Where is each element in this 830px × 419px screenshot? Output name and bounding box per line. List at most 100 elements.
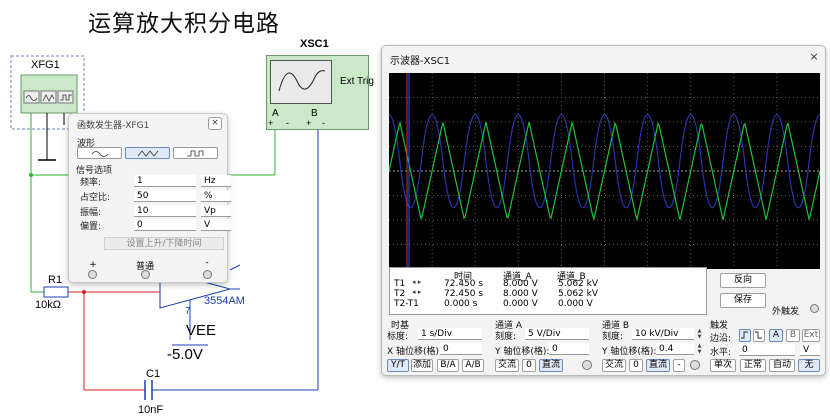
save-button[interactable]: 保存	[720, 293, 766, 308]
xsc-label: XSC1	[300, 38, 329, 50]
trigger-rising-edge-button[interactable]	[739, 329, 751, 342]
fg-term-plus-label: +	[89, 260, 97, 270]
rising-edge-icon	[741, 331, 748, 339]
channel-b-ypos-spinner[interactable]: ▲ ▼	[696, 343, 703, 355]
channel-a-zero-button[interactable]: 0	[522, 359, 536, 372]
trigger-source-b-button[interactable]: B	[786, 329, 800, 342]
scope-a-minus: -	[286, 118, 289, 128]
square-icon	[187, 150, 204, 157]
c1-value: 10nF	[138, 404, 164, 416]
channel-b-scale-spinner[interactable]: ▲ ▼	[696, 328, 703, 340]
oscilloscope-window: 示波器-XSC1 × 时间 通道_A 通道_B T1 ◂ ▸ 72.450 s …	[381, 45, 826, 376]
t2-arrow-buttons[interactable]: ◂ ▸	[412, 288, 421, 296]
fg-term-minus-label: -	[205, 258, 209, 268]
sine-icon	[91, 151, 109, 157]
fg-terminal-minus[interactable]	[203, 270, 212, 279]
channel-b-dc-button[interactable]: 直流	[646, 359, 670, 372]
ext-trigger-terminal[interactable]	[810, 304, 819, 313]
frequency-unit[interactable]: Hz	[201, 175, 231, 187]
channel-a-scale-input[interactable]: 5 V/Div	[525, 328, 589, 340]
channel-a-terminal[interactable]	[582, 360, 592, 370]
triangle-icon	[137, 150, 159, 157]
meas-cell: 72.450 s	[444, 279, 484, 289]
scope-b-label: B	[311, 108, 318, 119]
trigger-source-ext-button[interactable]: Ext	[802, 329, 820, 342]
waveform-triangle-button[interactable]	[125, 147, 170, 159]
fg-close-button[interactable]: ×	[208, 117, 222, 130]
trigger-falling-edge-button[interactable]	[753, 329, 765, 342]
meas-cell: 0.000 V	[558, 299, 593, 309]
channel-a-dc-button[interactable]: 直流	[539, 359, 563, 372]
offset-input[interactable]: 0	[134, 219, 196, 231]
channel-a-ac-button[interactable]: 交流	[495, 359, 519, 372]
opamp-label: 3554AM	[204, 295, 245, 307]
waveform-square-button[interactable]	[173, 147, 218, 159]
channel-b-scale-label: 刻度:	[602, 332, 624, 342]
channel-a-ypos-input[interactable]: 0	[549, 343, 589, 355]
trigger-level-unit[interactable]: V	[800, 344, 820, 356]
scope-a-plus: +	[268, 118, 274, 128]
scope-traces	[389, 73, 820, 269]
trigger-none-button[interactable]: 无	[798, 359, 820, 372]
pin7-label: 7	[185, 306, 191, 317]
waveform-sine-button[interactable]	[77, 147, 122, 159]
osc-close-button[interactable]: ×	[807, 51, 821, 64]
reverse-button[interactable]: 反向	[720, 273, 766, 288]
scope-b-plus: +	[306, 118, 312, 128]
t1-arrow-buttons[interactable]: ◂ ▸	[412, 278, 421, 286]
scope-display[interactable]	[389, 73, 820, 269]
mode-yt-button[interactable]: Y/T	[387, 359, 409, 372]
x-position-input[interactable]: 0	[440, 343, 482, 355]
fg-terminal-plus[interactable]	[88, 270, 97, 279]
falling-edge-icon	[755, 331, 762, 339]
fg-terminal-common[interactable]	[141, 270, 150, 279]
meas-cell: 0.000 V	[503, 299, 538, 309]
meas-cell: 72.450 s	[444, 289, 484, 299]
trigger-level-input[interactable]: 0	[739, 344, 795, 356]
trigger-normal-button[interactable]: 正常	[740, 359, 766, 372]
channel-b-ypos-input[interactable]: 0.4	[656, 343, 694, 355]
meas-row-label: T2-T1	[394, 299, 419, 309]
measurement-panel: 时间 通道_A 通道_B T1 ◂ ▸ 72.450 s 8.000 V 5.0…	[389, 267, 707, 315]
meas-cell: 0.000 s	[444, 299, 478, 309]
timebase-scale-input[interactable]: 1 s/Div	[418, 328, 482, 340]
timebase-scale-label: 标度:	[387, 332, 409, 342]
trigger-source-a-button[interactable]: A	[769, 329, 783, 342]
trigger-single-button[interactable]: 单次	[710, 359, 736, 372]
fg-row-duty: 占空比: 50 %	[80, 190, 231, 203]
trigger-auto-button[interactable]: 自动	[769, 359, 795, 372]
r1-value: 10kΩ	[35, 299, 61, 311]
mode-ab-button[interactable]: A/B	[462, 359, 484, 372]
channel-b-scale-input[interactable]: 10 kV/Div	[632, 328, 694, 340]
set-rise-fall-button[interactable]: 设置上升/下降时间	[104, 237, 224, 250]
channel-b-ac-button[interactable]: 交流	[602, 359, 626, 372]
mode-ba-button[interactable]: B/A	[437, 359, 459, 372]
meas-cell: 8.000 V	[503, 279, 538, 289]
channel-b-terminal[interactable]	[690, 360, 700, 370]
mode-add-button[interactable]: 添加	[411, 359, 433, 372]
channel-a-ypos-label: Y 轴位移(格):	[495, 347, 550, 357]
ext-trig-label: Ext Trig	[340, 76, 374, 87]
scope-symbol-screen	[270, 60, 332, 104]
frequency-input[interactable]: 1	[134, 175, 196, 187]
x-position-label: X 轴位移(格):	[387, 347, 443, 357]
amplitude-unit[interactable]: Vp	[201, 205, 231, 217]
channel-b-zero-button[interactable]: 0	[629, 359, 643, 372]
fg-row-offset: 偏置: 0 V	[80, 219, 231, 232]
duty-input[interactable]: 50	[134, 190, 196, 202]
meas-cell: 8.000 V	[503, 289, 538, 299]
fg-row-amplitude: 振幅: 10 Vp	[80, 205, 231, 218]
xfg-label: XFG1	[31, 59, 60, 71]
meas-row-label: T2	[394, 289, 406, 299]
amplitude-input[interactable]: 10	[134, 205, 196, 217]
offset-unit[interactable]: V	[201, 219, 231, 231]
r1-label: R1	[48, 274, 63, 286]
channel-b-minus-button[interactable]: -	[673, 359, 685, 372]
vee-label: VEE	[186, 322, 217, 339]
trigger-edge-label: 边沿:	[710, 334, 732, 344]
vee-value: -5.0V	[167, 346, 203, 363]
trigger-title: 触发	[710, 321, 729, 331]
duty-unit: %	[201, 190, 231, 202]
channel-b-ypos-label: Y 轴位移(格):	[602, 347, 657, 357]
osc-title: 示波器-XSC1	[390, 56, 451, 67]
